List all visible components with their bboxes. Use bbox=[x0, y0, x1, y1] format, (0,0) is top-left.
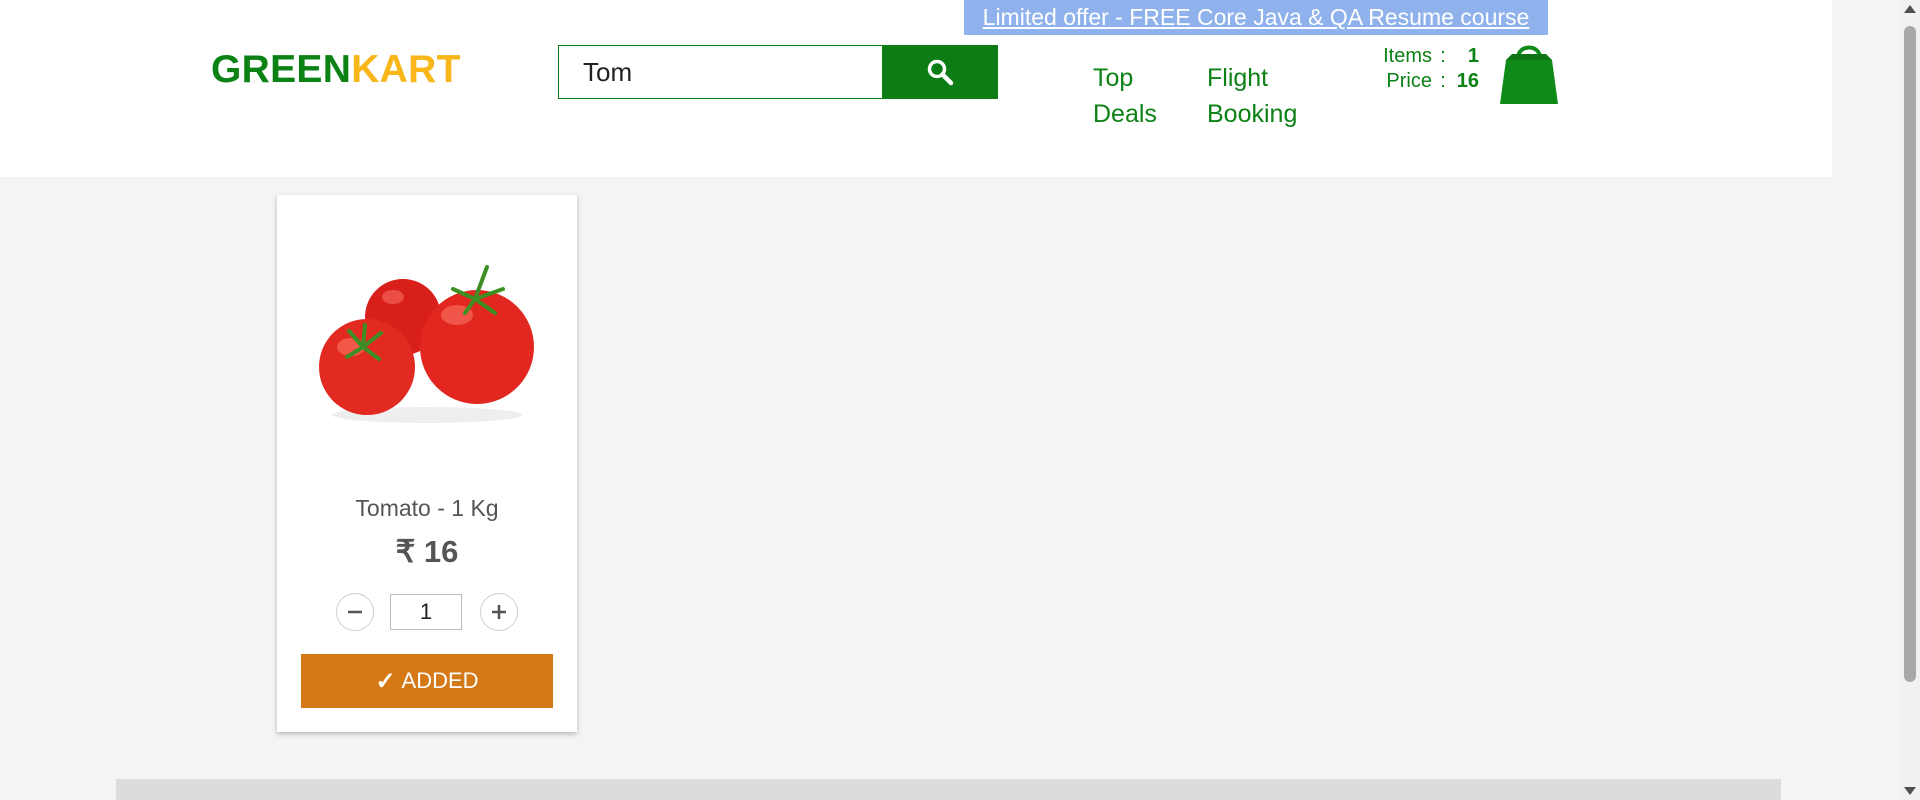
decrement-button[interactable] bbox=[336, 593, 374, 631]
increment-button[interactable] bbox=[480, 593, 518, 631]
nav-top-deals-link[interactable]: Top Deals bbox=[1093, 60, 1163, 132]
cart-items-row: Items : 1 bbox=[1366, 44, 1479, 69]
cart-items-count: 1 bbox=[1467, 45, 1479, 67]
cart-price-row: Price : 16 bbox=[1366, 69, 1479, 94]
cart-items-separator: : bbox=[1440, 45, 1446, 67]
brand-logo-kart: KART bbox=[351, 48, 461, 91]
search-form bbox=[558, 45, 998, 99]
scroll-thumb[interactable] bbox=[1904, 26, 1916, 682]
minus-icon bbox=[348, 610, 362, 614]
brand-logo-green: GREEN bbox=[211, 48, 352, 91]
nav-top-deals-label: Top Deals bbox=[1093, 64, 1157, 128]
tomato-image bbox=[319, 265, 534, 423]
product-price: ₹ 16 bbox=[395, 534, 459, 569]
product-card: Tomato - 1 Kg ₹ 16 ✓ ADDED bbox=[277, 195, 577, 732]
added-to-cart-button[interactable]: ✓ ADDED bbox=[301, 654, 553, 708]
added-label: ADDED bbox=[401, 668, 479, 693]
quantity-input[interactable] bbox=[390, 594, 462, 630]
footer-strip bbox=[116, 779, 1781, 800]
shopping-bag-icon[interactable] bbox=[1498, 38, 1560, 106]
check-icon: ✓ bbox=[375, 667, 396, 695]
search-input[interactable] bbox=[558, 45, 882, 99]
nav-flight-booking-label: Flight Booking bbox=[1207, 64, 1298, 128]
nav-flight-booking-link[interactable]: Flight Booking bbox=[1207, 60, 1307, 132]
cart-price-value: 16 bbox=[1456, 70, 1479, 92]
search-icon bbox=[927, 59, 954, 86]
brand-logo[interactable]: GREENKART bbox=[211, 48, 461, 92]
scroll-up-arrow-icon[interactable] bbox=[1904, 5, 1916, 13]
search-button[interactable] bbox=[882, 45, 998, 99]
plus-icon bbox=[492, 605, 506, 619]
cart-summary: Items : 1 Price : 16 bbox=[1366, 44, 1479, 94]
vertical-scrollbar[interactable] bbox=[1900, 0, 1920, 800]
scroll-down-arrow-icon[interactable] bbox=[1904, 787, 1916, 795]
header: Limited offer - FREE Core Java & QA Resu… bbox=[0, 0, 1832, 177]
promo-banner-link[interactable]: Limited offer - FREE Core Java & QA Resu… bbox=[964, 0, 1548, 35]
product-name: Tomato - 1 Kg bbox=[355, 495, 499, 521]
cart-items-label: Items bbox=[1383, 45, 1432, 67]
cart-price-label: Price bbox=[1386, 70, 1432, 92]
cart-price-separator: : bbox=[1440, 70, 1446, 92]
